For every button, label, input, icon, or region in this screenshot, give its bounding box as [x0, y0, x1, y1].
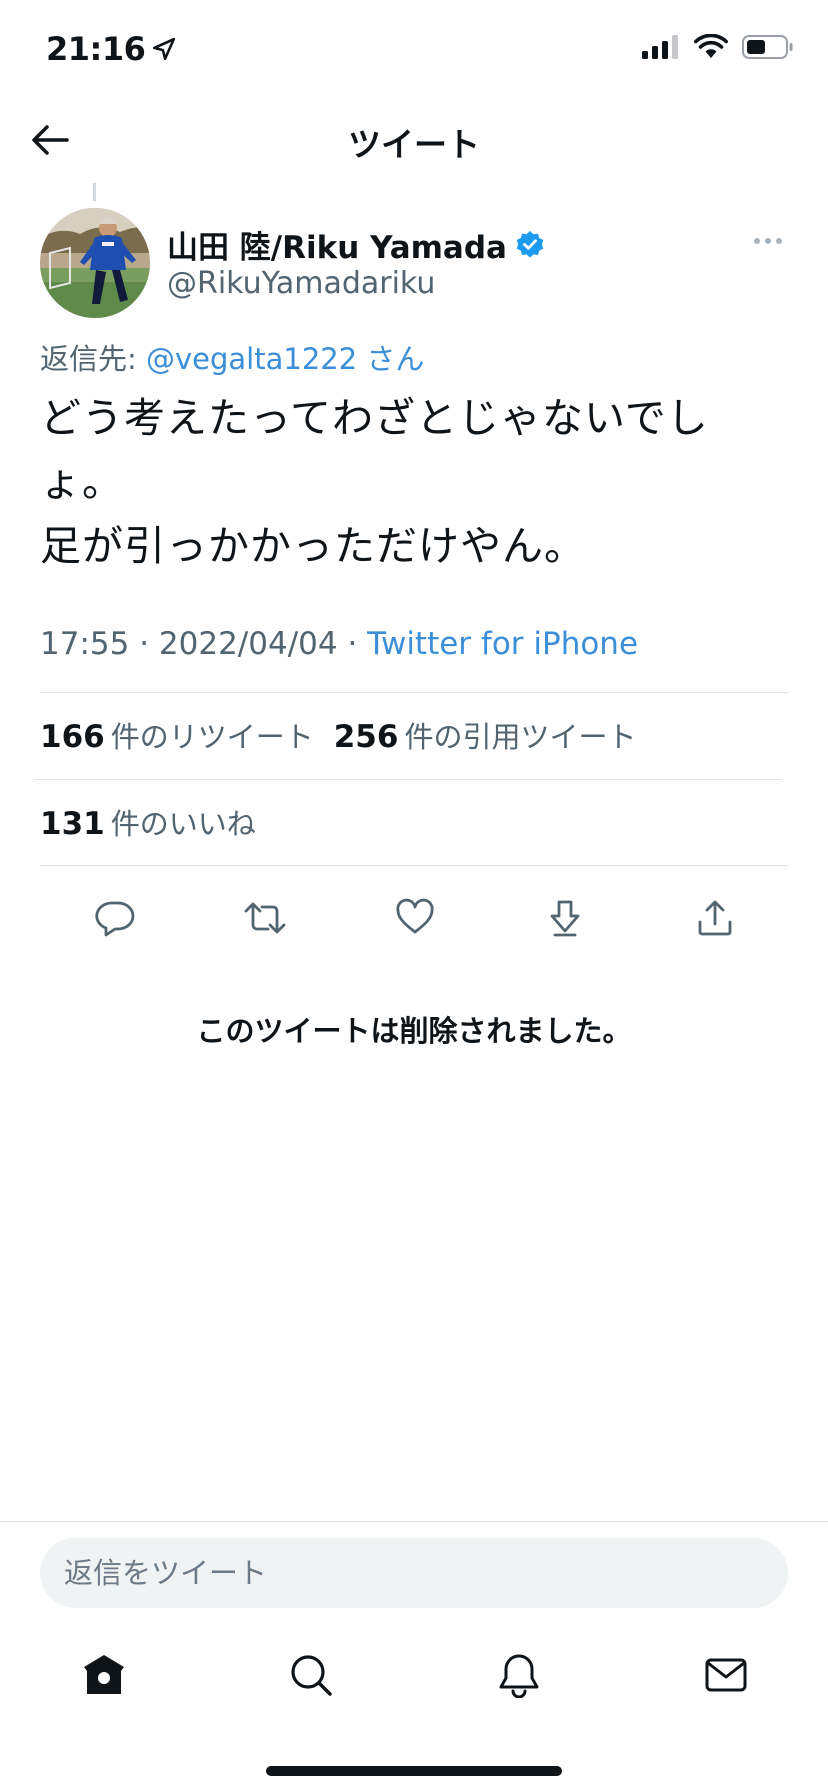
retweet-button[interactable] — [235, 888, 295, 948]
stats-row-likes: 131 件のいいね — [40, 801, 256, 843]
reply-to-suffix: さん — [366, 342, 425, 376]
tab-search[interactable] — [281, 1640, 341, 1710]
share-icon — [698, 900, 732, 936]
divider — [40, 865, 788, 866]
more-dot-icon — [754, 238, 760, 244]
retweet-count-link[interactable]: 166 件のリツイート — [40, 714, 314, 756]
retweet-count: 166 — [40, 719, 105, 755]
reply-to-line: 返信先: @vegalta1222 さん — [40, 336, 424, 378]
bookmark-button[interactable] — [535, 888, 595, 948]
tab-messages[interactable] — [696, 1640, 756, 1710]
notifications-icon — [499, 1654, 539, 1698]
status-time: 21:16 — [46, 30, 177, 68]
reply-to-handle-link[interactable]: @vegalta1222 さん — [146, 342, 424, 376]
author-name: 山田 陸/Riku Yamada — [167, 230, 507, 266]
tweet-date: 2022/04/04 — [158, 626, 338, 662]
bookmark-icon — [550, 900, 580, 937]
status-time-text: 21:16 — [46, 30, 146, 68]
divider — [0, 1521, 828, 1522]
tweet-time: 17:55 — [40, 626, 130, 662]
retweet-count-label: 件のリツイート — [110, 720, 314, 754]
reply-to-prefix: 返信先: — [40, 342, 137, 376]
signal-icon — [642, 35, 678, 59]
status-indicators — [642, 34, 794, 60]
more-dot-icon — [765, 238, 771, 244]
reply-icon — [95, 901, 135, 937]
avatar-photo — [40, 208, 150, 318]
thread-connector-line — [93, 183, 96, 201]
like-count-label: 件のいいね — [110, 807, 256, 841]
verified-badge-icon — [516, 230, 544, 258]
home-icon — [84, 1655, 124, 1694]
avatar[interactable] — [40, 208, 150, 318]
tweet-actions — [40, 888, 790, 948]
page-title: ツイート — [348, 125, 480, 164]
tab-home[interactable] — [74, 1640, 134, 1710]
divider — [40, 692, 788, 693]
tab-notifications[interactable] — [489, 1640, 549, 1710]
quote-count: 256 — [333, 719, 399, 755]
quote-count-link[interactable]: 256 件の引用ツイート — [334, 714, 637, 756]
more-options-button[interactable] — [748, 226, 788, 256]
stats-row-shares: 166 件のリツイート 256 件の引用ツイート — [40, 714, 636, 756]
author-handle[interactable]: @RikuYamadariku — [167, 266, 435, 301]
like-count-link[interactable]: 131 件のいいね — [40, 801, 256, 843]
deleted-tweet-notice: このツイートは削除されました。 — [196, 1014, 632, 1048]
messages-icon — [705, 1658, 747, 1692]
like-icon — [396, 898, 434, 934]
share-button[interactable] — [685, 888, 745, 948]
header: ツイート — [0, 100, 828, 180]
search-icon — [291, 1655, 332, 1696]
like-button[interactable] — [385, 888, 445, 948]
more-dot-icon — [776, 238, 782, 244]
like-count: 131 — [40, 806, 105, 842]
tweet-text: どう考えたってわざとじゃないでしょ。 足が引っかかっただけやん。 — [40, 394, 709, 570]
tab-bar — [0, 1640, 828, 1710]
home-indicator — [266, 1766, 562, 1776]
wifi-icon — [694, 34, 728, 58]
divider — [34, 779, 782, 780]
tweet-source-link[interactable]: Twitter for iPhone — [367, 626, 638, 662]
reply-button[interactable] — [85, 888, 145, 948]
status-bar: 21:16 — [0, 0, 828, 100]
author-name-row[interactable]: 山田 陸/Riku Yamada — [167, 222, 545, 267]
reply-to-handle: @vegalta1222 — [146, 342, 358, 376]
quote-count-label: 件の引用ツイート — [404, 720, 637, 754]
retweet-icon — [244, 902, 286, 934]
reply-input[interactable] — [40, 1538, 788, 1608]
location-arrow-icon — [153, 37, 176, 61]
battery-icon — [742, 35, 793, 59]
tweet-meta: 17:55 · 2022/04/04 · Twitter for iPhone — [40, 626, 639, 662]
